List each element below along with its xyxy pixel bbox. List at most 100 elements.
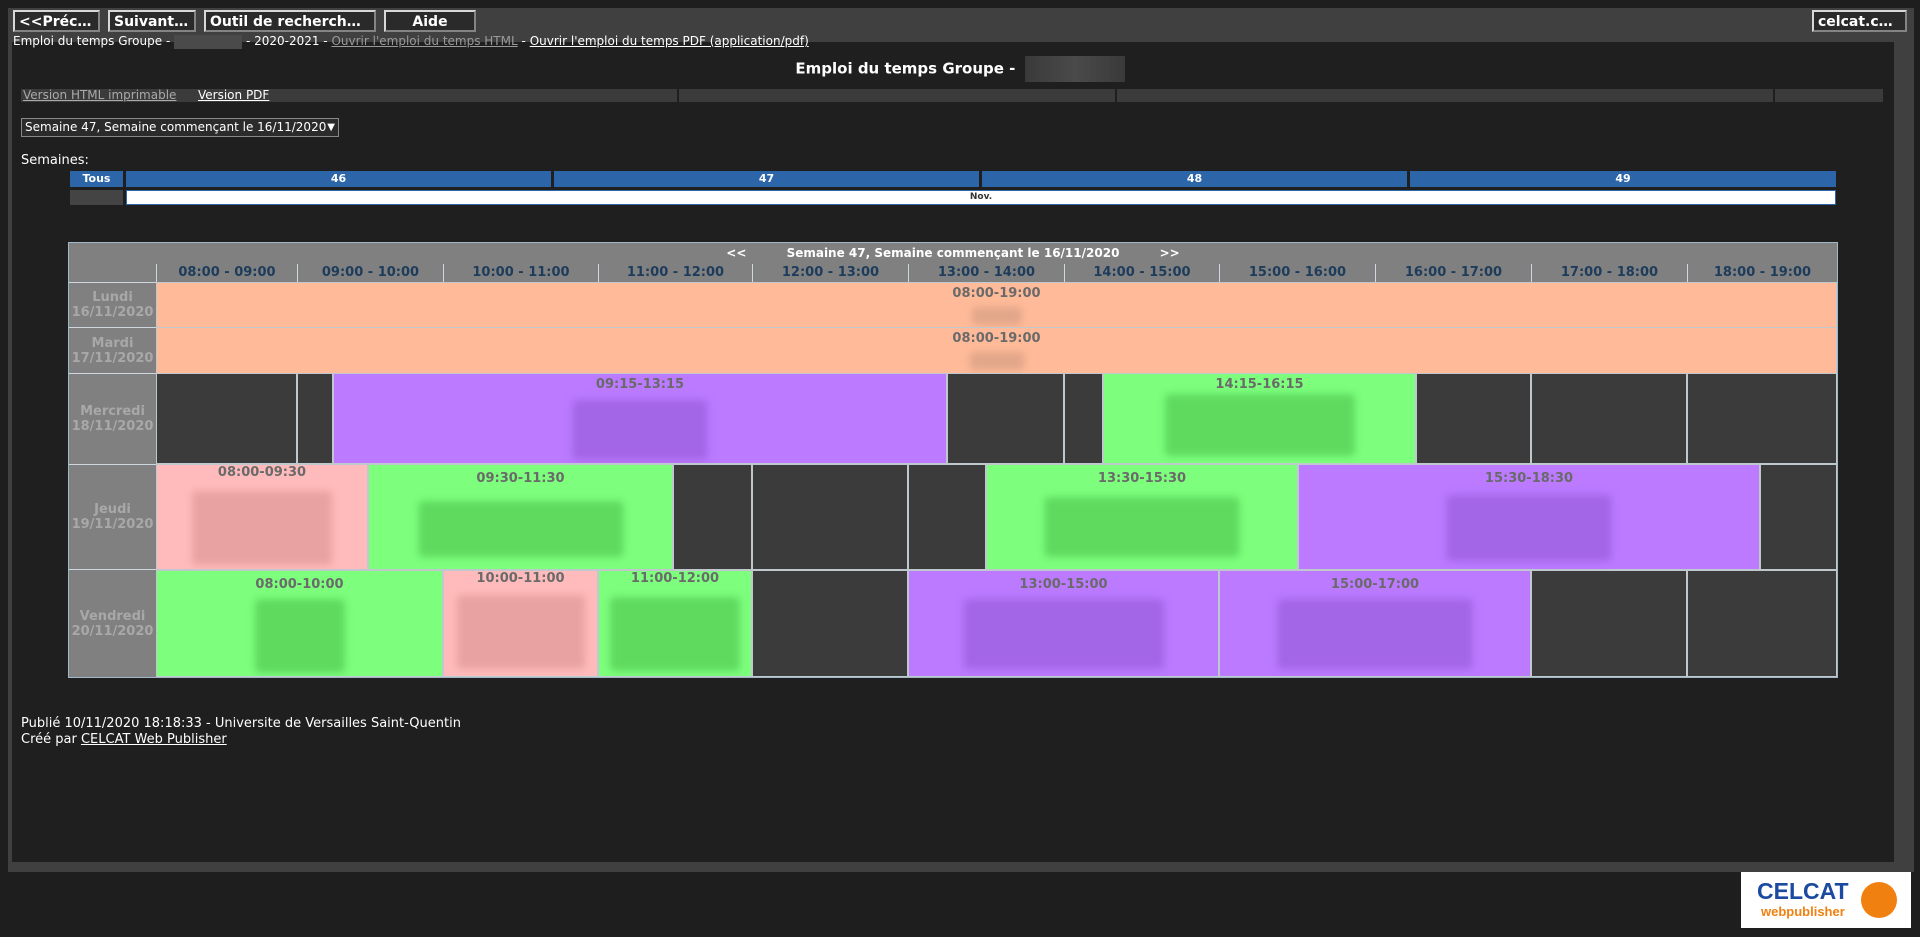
day-date: 20/11/2020 — [71, 623, 154, 639]
empty-slot — [1687, 570, 1837, 677]
week-select[interactable]: Semaine 47, Semaine commençant le 16/11/… — [21, 118, 339, 137]
empty-slot — [1416, 373, 1531, 464]
event-vendredi-0800[interactable]: 08:00-10:00 — [156, 570, 443, 677]
day-name: Jeudi — [94, 502, 131, 517]
event-time: 14:15-16:15 — [1215, 377, 1304, 392]
event-time: 08:00-19:00 — [952, 331, 1041, 346]
day-date: 16/11/2020 — [71, 305, 154, 320]
redacted-event-details — [610, 597, 740, 671]
empty-slot — [1760, 464, 1837, 570]
subnav-cell-3 — [1117, 89, 1773, 102]
created-by: Créé par CELCAT Web Publisher — [21, 732, 461, 748]
day-header-mercredi: Mercredi 18/11/2020 — [69, 373, 156, 464]
open-pdf-link[interactable]: Ouvrir l'emploi du temps PDF (applicatio… — [530, 34, 809, 48]
month-label: Nov. — [126, 190, 1836, 205]
event-time: 15:30-18:30 — [1484, 471, 1574, 486]
event-vendredi-1500[interactable]: 15:00-17:00 — [1219, 570, 1531, 677]
event-time: 13:00-15:00 — [1019, 577, 1108, 592]
time-col-1500: 15:00 - 16:00 — [1219, 264, 1375, 282]
event-jeudi-1330[interactable]: 13:30-15:30 — [986, 464, 1298, 570]
previous-button[interactable]: <<Précéd... — [13, 10, 100, 32]
event-mercredi-0915[interactable]: 09:15-13:15 — [333, 373, 947, 464]
celcat-site-button[interactable]: celcat.com — [1812, 10, 1907, 32]
week-48-button[interactable]: 48 — [982, 171, 1407, 187]
subnav-cell-2 — [679, 89, 1115, 102]
time-col-1400: 14:00 - 15:00 — [1064, 264, 1219, 282]
time-col-1800: 18:00 - 19:00 — [1687, 264, 1837, 282]
event-jeudi-1530[interactable]: 15:30-18:30 — [1298, 464, 1760, 570]
event-time: 15:00-17:00 — [1330, 577, 1420, 592]
week-47-button[interactable]: 47 — [554, 171, 979, 187]
empty-slot — [752, 570, 908, 677]
week-all-button[interactable]: Tous — [70, 171, 123, 187]
page-title: Emploi du temps Groupe - — [0, 56, 1920, 82]
breadcrumb: Emploi du temps Groupe - - 2020-2021 - O… — [13, 34, 809, 49]
prev-week-link[interactable]: << — [726, 246, 746, 260]
next-button[interactable]: Suivant>> — [108, 10, 196, 32]
empty-slot — [1687, 373, 1837, 464]
time-col-1000: 10:00 - 11:00 — [443, 264, 598, 282]
empty-slot — [1531, 373, 1687, 464]
day-name: Mercredi — [80, 404, 145, 419]
redacted-event-details — [418, 501, 623, 557]
event-time: 08:00-09:30 — [217, 465, 307, 480]
event-jeudi-0930[interactable]: 09:30-11:30 — [368, 464, 673, 570]
event-mardi-0800[interactable]: 08:00-19:00 — [156, 327, 1837, 374]
event-jeudi-0800[interactable]: 08:00-09:30 — [156, 464, 368, 570]
event-vendredi-1100[interactable]: 11:00-12:00 — [598, 570, 752, 677]
celcat-web-publisher-link[interactable]: CELCAT Web Publisher — [81, 732, 227, 747]
subnav-cell-4 — [1775, 89, 1883, 102]
redacted-event-details — [1446, 495, 1612, 561]
redacted-event-details — [971, 307, 1022, 325]
day-header-mardi: Mardi 17/11/2020 — [69, 327, 156, 373]
redacted-event-details — [192, 491, 332, 565]
week-select-value: Semaine 47, Semaine commençant le 16/11/… — [25, 120, 327, 134]
event-time: 13:30-15:30 — [1097, 471, 1187, 486]
redacted-event-details — [572, 400, 708, 460]
event-time: 09:15-13:15 — [595, 377, 685, 392]
event-vendredi-1000[interactable]: 10:00-11:00 — [443, 570, 598, 677]
next-week-link[interactable]: >> — [1160, 246, 1180, 260]
empty-slot — [156, 373, 297, 464]
time-col-1300: 13:00 - 14:00 — [908, 264, 1064, 282]
day-date: 19/11/2020 — [71, 517, 154, 532]
day-date: 17/11/2020 — [71, 350, 154, 366]
event-mercredi-1415[interactable]: 14:15-16:15 — [1103, 373, 1416, 464]
redacted-group-name — [174, 34, 243, 49]
empty-slot — [297, 373, 333, 464]
help-button[interactable]: Aide — [384, 10, 476, 32]
redacted-title-group — [1024, 56, 1125, 82]
event-time: 10:00-11:00 — [476, 571, 565, 586]
month-spacer — [70, 190, 123, 205]
open-html-link[interactable]: Ouvrir l'emploi du temps HTML — [331, 34, 517, 48]
event-lundi-0800[interactable]: 08:00-19:00 — [156, 282, 1837, 328]
breadcrumb-prefix: Emploi du temps Groupe - — [13, 34, 171, 48]
redacted-event-details — [1277, 599, 1473, 669]
day-date: 18/11/2020 — [71, 419, 154, 434]
search-tool-button[interactable]: Outil de recherche d'e... — [204, 10, 376, 32]
day-header-vendredi: Vendredi 20/11/2020 — [69, 569, 156, 677]
time-col-0800: 08:00 - 09:00 — [156, 264, 297, 282]
time-col-1700: 17:00 - 18:00 — [1531, 264, 1687, 282]
time-col-1600: 16:00 - 17:00 — [1375, 264, 1531, 282]
published-info: Publié 10/11/2020 18:18:33 - Universite … — [21, 716, 461, 731]
printable-html-link[interactable]: Version HTML imprimable — [23, 88, 176, 102]
page-title-text: Emploi du temps Groupe - — [795, 59, 1016, 78]
created-prefix: Créé par — [21, 732, 77, 747]
week-46-button[interactable]: 46 — [126, 171, 551, 187]
pdf-version-link[interactable]: Version PDF — [198, 88, 269, 102]
breadcrumb-separator: - — [521, 34, 526, 48]
week-49-button[interactable]: 49 — [1410, 171, 1836, 187]
event-vendredi-1300[interactable]: 13:00-15:00 — [908, 570, 1219, 677]
day-name: Vendredi — [79, 608, 146, 624]
footer: Publié 10/11/2020 18:18:33 - Universite … — [21, 716, 461, 748]
empty-slot — [947, 373, 1064, 464]
corner-cell — [69, 264, 156, 282]
redacted-event-details — [1164, 394, 1355, 456]
time-col-0900: 09:00 - 10:00 — [297, 264, 443, 282]
redacted-event-details — [963, 599, 1164, 669]
celcat-logo[interactable]: CELCAT webpublisher — [1741, 872, 1911, 928]
event-time: 11:00-12:00 — [630, 571, 720, 586]
logo-text: CELCAT — [1757, 878, 1849, 904]
logo-subtext: webpublisher — [1761, 904, 1845, 919]
